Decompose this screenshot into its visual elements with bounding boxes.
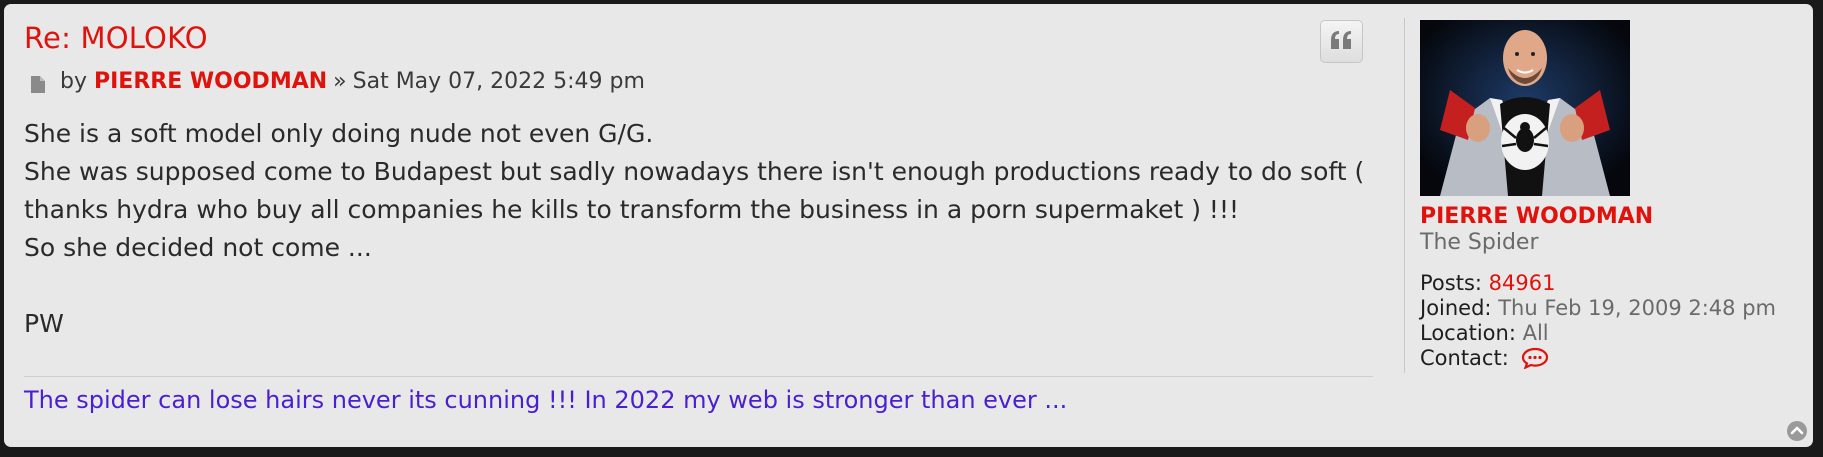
profile-details: Posts: 84961 Joined: Thu Feb 19, 2009 2:… bbox=[1420, 271, 1776, 371]
forum-post: Re: MOLOKO by PIERRE WOODMAN » Sat May 0… bbox=[4, 4, 1813, 447]
posts-count-link[interactable]: 84961 bbox=[1489, 271, 1556, 295]
post-author-line: by PIERRE WOODMAN » Sat May 07, 2022 5:4… bbox=[24, 67, 1376, 97]
posts-label: Posts: bbox=[1420, 271, 1482, 295]
back-to-top-button[interactable] bbox=[1786, 420, 1808, 442]
quote-icon bbox=[1330, 30, 1353, 53]
joined-value: Thu Feb 19, 2009 2:48 pm bbox=[1498, 296, 1776, 320]
location-value: All bbox=[1522, 321, 1549, 345]
user-rank: The Spider bbox=[1420, 230, 1539, 255]
post-body: Re: MOLOKO by PIERRE WOODMAN » Sat May 0… bbox=[24, 18, 1376, 343]
location-label: Location: bbox=[1420, 321, 1516, 345]
chevron-up-circle-icon bbox=[1786, 421, 1808, 446]
post-title[interactable]: Re: MOLOKO bbox=[24, 18, 1376, 58]
location-row: Location: All bbox=[1420, 321, 1776, 346]
content-line: She was supposed come to Budapest but sa… bbox=[24, 157, 1365, 186]
user-profile: PIERRE WOODMAN The Spider Posts: 84961 J… bbox=[1404, 18, 1810, 373]
content-line: PW bbox=[24, 309, 64, 338]
separator: » bbox=[333, 69, 347, 94]
contact-row: Contact: bbox=[1420, 346, 1776, 371]
content-line: She is a soft model only doing nude not … bbox=[24, 119, 654, 148]
profile-username[interactable]: PIERRE WOODMAN bbox=[1420, 204, 1653, 230]
contact-label: Contact: bbox=[1420, 346, 1509, 370]
post-signature: The spider can lose hairs never its cunn… bbox=[24, 376, 1373, 416]
avatar[interactable] bbox=[1420, 20, 1630, 196]
quote-button[interactable] bbox=[1320, 20, 1363, 63]
document-icon[interactable] bbox=[30, 73, 46, 93]
content-line: thanks hydra who buy all companies he ki… bbox=[24, 195, 1239, 224]
posts-row: Posts: 84961 bbox=[1420, 271, 1776, 296]
author-link[interactable]: PIERRE WOODMAN bbox=[94, 67, 327, 97]
by-label: by bbox=[60, 69, 87, 94]
post-date: Sat May 07, 2022 5:49 pm bbox=[352, 69, 645, 94]
joined-row: Joined: Thu Feb 19, 2009 2:48 pm bbox=[1420, 296, 1776, 321]
content-line-blank bbox=[24, 267, 1376, 305]
speech-bubble-icon[interactable] bbox=[1521, 347, 1549, 375]
post-content: She is a soft model only doing nude not … bbox=[24, 115, 1376, 343]
content-line: So she decided not come ... bbox=[24, 233, 372, 262]
joined-label: Joined: bbox=[1420, 296, 1492, 320]
